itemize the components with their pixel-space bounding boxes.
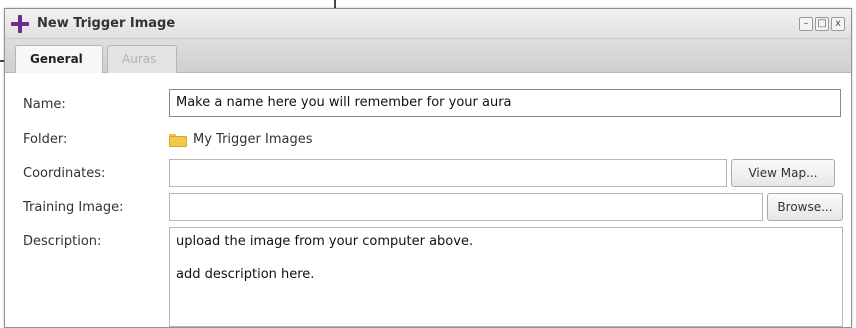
training-image-input[interactable] <box>169 193 763 221</box>
plus-icon <box>11 15 29 33</box>
folder-label: Folder: <box>23 132 68 147</box>
window-title: New Trigger Image <box>37 16 176 31</box>
tab-auras[interactable]: Auras <box>107 45 177 73</box>
name-input[interactable]: Make a name here you will remember for y… <box>169 89 841 117</box>
window-controls: – □ x <box>799 17 845 31</box>
description-line: upload the image from your computer abov… <box>176 234 474 249</box>
new-trigger-image-window: New Trigger Image – □ x General Auras Na… <box>4 8 852 328</box>
coordinates-input[interactable] <box>169 159 727 187</box>
folder-value[interactable]: My Trigger Images <box>193 132 313 147</box>
folder-icon <box>169 134 187 147</box>
title-bar[interactable]: New Trigger Image – □ x <box>5 9 851 39</box>
name-label: Name: <box>23 97 66 112</box>
tab-strip: General Auras <box>5 39 851 73</box>
tab-general[interactable]: General <box>15 45 103 73</box>
coordinates-label: Coordinates: <box>23 166 106 181</box>
description-textarea[interactable]: upload the image from your computer abov… <box>169 227 843 327</box>
training-image-label: Training Image: <box>23 200 124 215</box>
description-line: add description here. <box>176 267 315 282</box>
description-label: Description: <box>23 234 102 249</box>
maximize-icon[interactable]: □ <box>815 17 829 31</box>
view-map-button[interactable]: View Map... <box>731 159 835 187</box>
close-icon[interactable]: x <box>831 17 845 31</box>
browse-button[interactable]: Browse... <box>767 193 843 221</box>
stage: New Trigger Image – □ x General Auras Na… <box>0 0 856 328</box>
minimize-icon[interactable]: – <box>799 17 813 31</box>
